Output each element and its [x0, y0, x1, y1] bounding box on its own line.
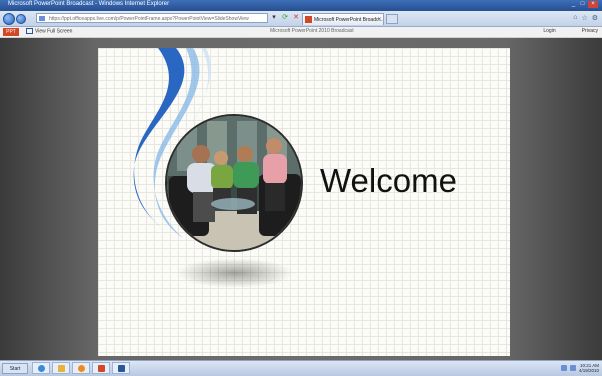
broadcast-subtitle: Microsoft PowerPoint 2010 Broadcast — [270, 28, 354, 34]
back-button[interactable] — [3, 13, 15, 25]
media-player-icon[interactable] — [72, 362, 90, 374]
minimize-icon[interactable]: _ — [570, 1, 577, 8]
clock-date: 4/19/2010 — [578, 368, 599, 373]
clock[interactable]: 10:21 AM 4/19/2010 — [579, 363, 599, 373]
start-button[interactable]: Start — [2, 363, 28, 374]
network-icon[interactable] — [560, 365, 567, 371]
internet-explorer-icon[interactable] — [32, 362, 50, 374]
home-icon[interactable]: ⌂ — [573, 14, 577, 22]
tab-close-icon[interactable]: × — [377, 14, 381, 25]
close-icon[interactable]: × — [588, 1, 598, 8]
window-title-bar: Microsoft PowerPoint Broadcast - Windows… — [0, 0, 602, 11]
slide-headline: Welcome — [320, 162, 457, 199]
photo-shadow — [176, 258, 294, 288]
dropdown-arrow-icon[interactable]: ▾ — [270, 14, 278, 22]
new-tab-button[interactable] — [386, 14, 398, 24]
powerpoint-icon[interactable] — [92, 362, 110, 374]
address-text: https://ppt.officeapps.live.com/p/PowerP… — [49, 16, 249, 22]
powerpoint-button[interactable]: PPT — [3, 28, 19, 36]
swoosh-decoration — [133, 48, 211, 238]
stop-icon[interactable]: ✕ — [292, 14, 300, 22]
view-full-screen-link[interactable]: View Full Screen — [26, 28, 72, 34]
taskbar: Start 10:21 AM 4/19/2010 — [0, 360, 602, 376]
tab-label: Microsoft PowerPoint Broadc... — [314, 17, 383, 23]
address-bar[interactable]: https://ppt.officeapps.live.com/p/PowerP… — [36, 13, 268, 23]
site-icon — [39, 16, 45, 21]
folder-icon[interactable] — [52, 362, 70, 374]
volume-icon[interactable] — [569, 365, 576, 371]
team-photo — [165, 114, 303, 252]
word-icon[interactable] — [112, 362, 130, 374]
window-title: Microsoft PowerPoint Broadcast - Windows… — [8, 1, 170, 7]
view-full-screen-label: View Full Screen — [35, 28, 73, 35]
browser-tab[interactable]: Microsoft PowerPoint Broadc... × — [302, 13, 384, 25]
maximize-icon[interactable]: □ — [579, 1, 586, 8]
tools-gear-icon[interactable]: ⚙ — [592, 14, 598, 22]
full-screen-icon — [26, 28, 33, 34]
privacy-link[interactable]: Privacy — [582, 28, 598, 34]
broadcast-app-bar: PPT View Full Screen Microsoft PowerPoin… — [0, 27, 602, 38]
browser-toolbar: https://ppt.officeapps.live.com/p/PowerP… — [0, 11, 602, 27]
refresh-icon[interactable]: ⟳ — [281, 14, 289, 22]
login-link[interactable]: Login — [543, 28, 555, 34]
system-tray: 10:21 AM 4/19/2010 — [560, 363, 599, 373]
slide[interactable]: Welcome — [98, 48, 510, 356]
forward-button[interactable] — [16, 14, 26, 24]
favorites-icon[interactable]: ☆ — [581, 14, 587, 22]
powerpoint-favicon-icon — [305, 16, 312, 23]
